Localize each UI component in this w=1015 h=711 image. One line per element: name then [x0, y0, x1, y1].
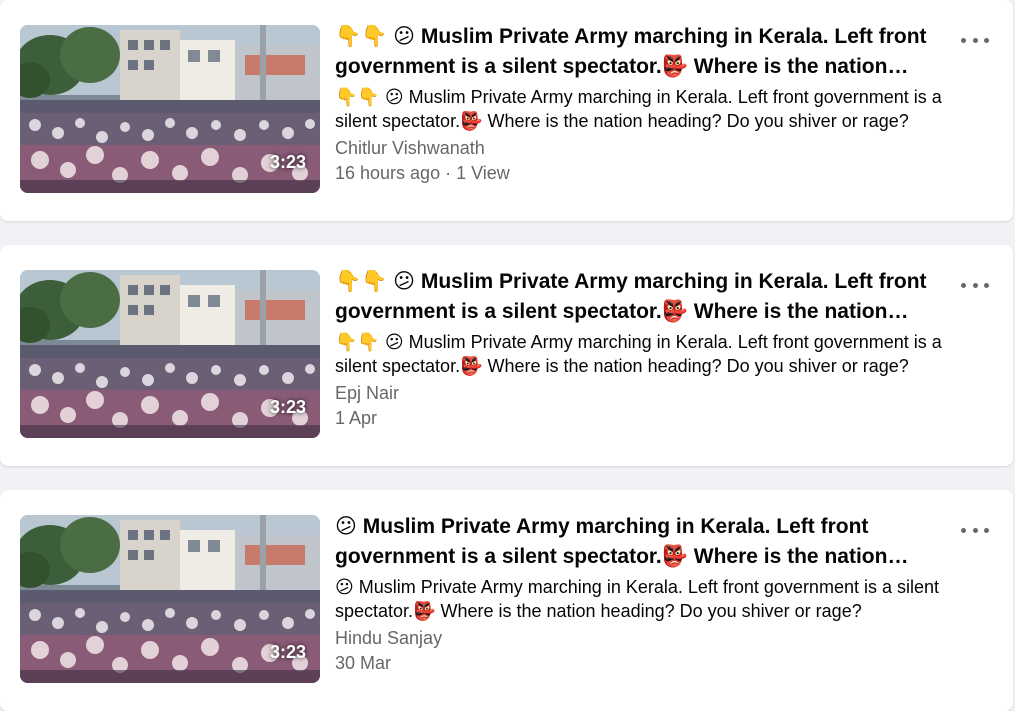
author-name[interactable]: Epj Nair — [335, 381, 950, 406]
author-name[interactable]: Chitlur Vishwanath — [335, 136, 950, 161]
video-thumbnail[interactable]: 3:23 — [20, 515, 320, 683]
video-thumbnail[interactable]: 3:23 — [20, 25, 320, 193]
video-duration: 3:23 — [269, 642, 306, 662]
video-title[interactable]: 😕 Muslim Private Army marching in Kerala… — [335, 512, 950, 572]
video-title[interactable]: 👇👇 😕 Muslim Private Army marching in Ker… — [335, 22, 950, 82]
search-result-card[interactable]: 3:23 👇👇 😕 Muslim Private Army marching i… — [0, 0, 1013, 221]
video-description: 👇👇 😕 Muslim Private Army marching in Ker… — [335, 332, 942, 376]
author-name[interactable]: Hindu Sanjay — [335, 626, 950, 651]
more-options-icon[interactable] — [961, 522, 989, 538]
search-result-card[interactable]: 3:23 👇👇 😕 Muslim Private Army marching i… — [0, 245, 1013, 466]
video-duration: 3:23 — [269, 152, 306, 172]
video-title[interactable]: 👇👇 😕 Muslim Private Army marching in Ker… — [335, 267, 950, 327]
post-meta: 16 hours ago · 1 View — [335, 163, 510, 183]
video-description: 😕 Muslim Private Army marching in Kerala… — [335, 577, 939, 621]
post-meta: 30 Mar — [335, 653, 392, 673]
post-meta: 1 Apr — [335, 408, 378, 428]
video-description: 👇👇 😕 Muslim Private Army marching in Ker… — [335, 87, 942, 131]
more-options-icon[interactable] — [961, 32, 989, 48]
more-options-icon[interactable] — [961, 277, 989, 293]
video-thumbnail[interactable]: 3:23 — [20, 270, 320, 438]
search-result-card[interactable]: 3:23 😕 Muslim Private Army marching in K… — [0, 490, 1013, 711]
video-duration: 3:23 — [269, 397, 306, 417]
